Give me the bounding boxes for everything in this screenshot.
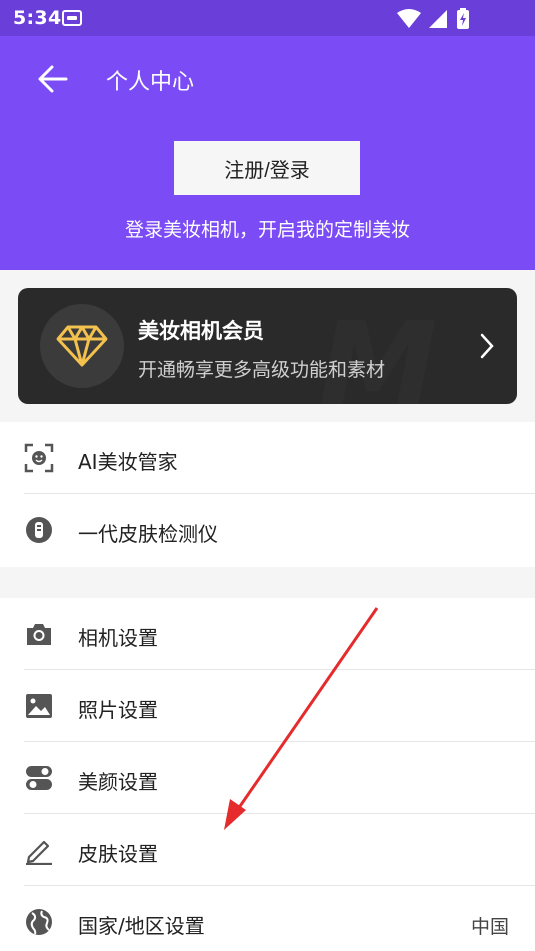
face-scan-icon	[24, 443, 54, 473]
list-item-camera-settings[interactable]: 相机设置	[0, 598, 535, 670]
globe-icon	[26, 909, 52, 935]
list-item-skin-detector[interactable]: 一代皮肤检测仪	[0, 494, 535, 566]
page-title: 个人中心	[106, 70, 195, 95]
login-tagline: 登录美妆相机，开启我的定制美妆	[124, 219, 410, 241]
list-item-label: AI美妆管家	[78, 450, 178, 474]
signal-icon	[429, 10, 447, 28]
vip-title: 美妆相机会员	[138, 319, 264, 343]
list-item-label: 照片设置	[78, 698, 158, 722]
list-item-label: 相机设置	[78, 626, 158, 650]
system-status-icons	[397, 8, 469, 29]
back-arrow-icon[interactable]	[36, 62, 70, 96]
card-watermark: M	[318, 298, 437, 404]
toggle-icon	[26, 766, 52, 790]
status-time: 5:34	[13, 7, 62, 29]
list-item-label: 国家/地区设置	[78, 914, 205, 938]
wifi-icon	[397, 9, 421, 28]
list-item-skin-settings[interactable]: 皮肤设置	[0, 814, 535, 886]
skin-device-icon	[26, 517, 52, 543]
notification-icon	[62, 10, 82, 26]
battery-charging-icon	[457, 8, 469, 29]
profile-header: 个人中心 注册/登录 登录美妆相机，开启我的定制美妆	[0, 36, 535, 270]
vip-subtitle: 开通畅享更多高级功能和素材	[138, 359, 386, 381]
list-item-beauty-settings[interactable]: 美颜设置	[0, 742, 535, 814]
feature-list: AI美妆管家 一代皮肤检测仪	[0, 422, 535, 567]
list-item-ai-makeup-butler[interactable]: AI美妆管家	[0, 422, 535, 494]
list-item-photo-settings[interactable]: 照片设置	[0, 670, 535, 742]
list-item-label: 美颜设置	[78, 770, 158, 794]
vip-membership-card[interactable]: M 美妆相机会员 开通畅享更多高级功能和素材	[18, 288, 517, 404]
register-login-button[interactable]: 注册/登录	[174, 141, 360, 195]
status-bar: 5:34	[0, 0, 535, 36]
list-item-region-settings[interactable]: 国家/地区设置 中国	[0, 886, 535, 951]
settings-list: 相机设置 照片设置 美颜设置 皮肤设置 国家/地区设置 中国	[0, 598, 535, 951]
region-value: 中国	[470, 916, 509, 938]
list-item-label: 皮肤设置	[78, 842, 158, 866]
pen-icon	[26, 840, 52, 865]
diamond-icon	[56, 325, 108, 367]
camera-icon	[27, 624, 51, 645]
chevron-right-icon	[480, 333, 494, 359]
list-item-label: 一代皮肤检测仪	[78, 522, 218, 546]
vip-badge	[40, 304, 124, 388]
image-icon	[26, 694, 52, 718]
